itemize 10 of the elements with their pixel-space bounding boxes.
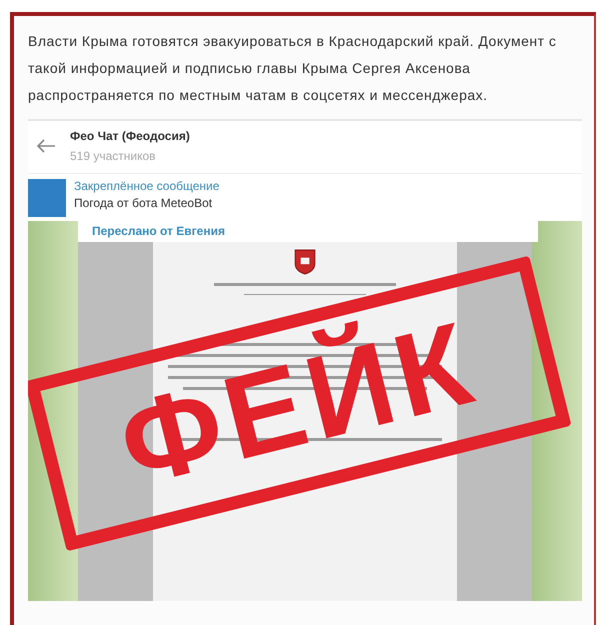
- shield-icon: [294, 249, 316, 275]
- pinned-message: Погода от бота MeteoBot: [74, 196, 214, 210]
- pinned-thumbnail: [28, 179, 66, 217]
- back-arrow-icon[interactable]: [36, 138, 56, 154]
- post-text: Власти Крыма готовятся эвакуироваться в Краснодарский край. Документ с такой информацией и подписью главы Крыма Сергея Аксенова распространяется по местным чатам в соцсетях и мессенджерах.: [28, 32, 558, 105]
- stamp-text: ФЕЙК: [108, 302, 488, 504]
- member-count: 519 участников: [70, 149, 157, 163]
- forwarded-label: Переслано от Евгения: [78, 221, 538, 242]
- pinned-label[interactable]: Закреплённое сообщение: [74, 179, 220, 193]
- chat-title: Фео Чат (Феодосия): [70, 129, 190, 143]
